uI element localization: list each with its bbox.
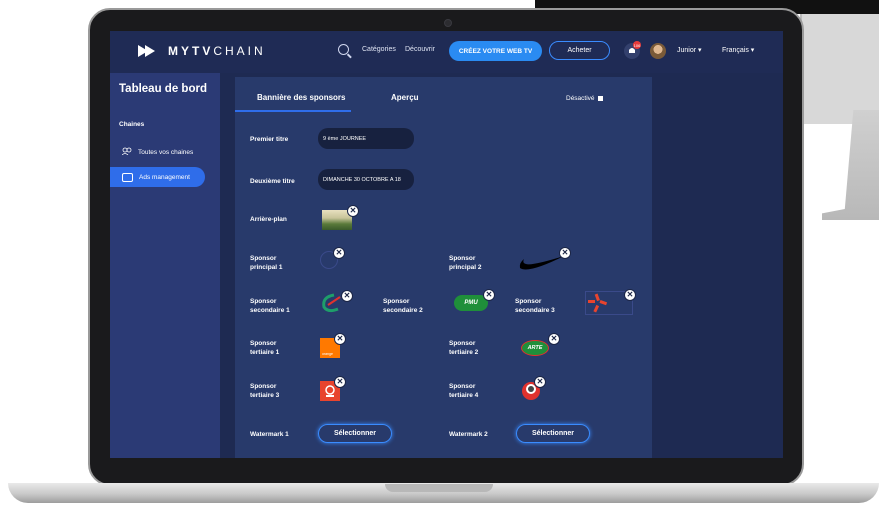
logo[interactable]: MYTVCHAIN (138, 43, 266, 59)
second-title-label: Deuxième titre (250, 178, 295, 185)
user-avatar[interactable] (650, 43, 666, 59)
sidebar-title: Tableau de bord (119, 83, 207, 95)
sidebar-item-label: Toutes vos chaines (138, 148, 194, 156)
toggle-label: Désactivé (566, 95, 595, 102)
buy-button[interactable]: Acheter (549, 41, 610, 60)
remove-sponsor-principal-2-button[interactable]: ✕ (559, 247, 571, 259)
imac-stand (822, 110, 879, 220)
sponsor-secondaire-1-logo[interactable] (320, 293, 342, 313)
user-menu[interactable]: Junior ▾ (677, 46, 702, 54)
remove-sponsor-secondaire-2-button[interactable]: ✕ (483, 289, 495, 301)
remove-sponsor-tertiaire-1-button[interactable]: ✕ (334, 333, 346, 345)
background-label: Arrière-plan (250, 216, 287, 223)
watermark-1-select-button[interactable]: Sélectionner (318, 424, 392, 443)
tab-bar: Bannière des sponsors Aperçu Désactivé (235, 77, 652, 112)
sponsor-secondaire-1-label: Sponsor secondaire 1 (250, 298, 290, 314)
logo-mark-icon (138, 43, 160, 59)
remove-sponsor-tertiaire-3-button[interactable]: ✕ (334, 376, 346, 388)
tab-preview[interactable]: Aperçu (391, 93, 419, 102)
sidebar-section-label: Chaines (119, 121, 145, 128)
remove-sponsor-secondaire-1-button[interactable]: ✕ (341, 290, 353, 302)
remove-background-button[interactable]: ✕ (347, 205, 359, 217)
remove-sponsor-tertiaire-4-button[interactable]: ✕ (534, 376, 546, 388)
sidebar-item-all-channels[interactable]: Toutes vos chaines (110, 142, 205, 162)
nav-discover[interactable]: Découvrir (405, 46, 435, 53)
sponsor-tertiaire-2-label: Sponsor tertiaire 2 (449, 340, 479, 356)
create-web-tv-button[interactable]: CRÉEZ VOTRE WEB TV (449, 41, 542, 61)
first-title-label: Premier titre (250, 136, 289, 143)
sponsor-tertiaire-4-label: Sponsor tertiaire 4 (449, 383, 479, 399)
remove-sponsor-secondaire-3-button[interactable]: ✕ (624, 289, 636, 301)
laptop-notch (385, 484, 493, 492)
imac-body (800, 14, 879, 124)
sponsor-principal-2-label: Sponsor principal 2 (449, 255, 482, 271)
sidebar-item-ads-management[interactable]: Ads management (110, 167, 205, 187)
watermark-1-label: Watermark 1 (250, 431, 289, 438)
notification-count-badge: 106 (633, 41, 641, 49)
sidebar: Tableau de bord Chaines Toutes vos chain… (110, 73, 220, 458)
sponsor-secondaire-3-label: Sponsor secondaire 3 (515, 298, 555, 314)
active-tab-indicator (235, 110, 351, 112)
camera-icon (444, 19, 452, 27)
sponsor-banner-card: Bannière des sponsors Aperçu Désactivé P… (235, 77, 652, 458)
sponsor-tertiaire-3-label: Sponsor tertiaire 3 (250, 383, 280, 399)
remove-sponsor-principal-1-button[interactable]: ✕ (333, 247, 345, 259)
sponsor-tertiaire-1-label: Sponsor tertiaire 1 (250, 340, 280, 356)
logo-text: MYTVCHAIN (168, 44, 266, 58)
search-icon[interactable] (338, 44, 349, 55)
users-icon (121, 147, 132, 157)
top-bar: MYTVCHAIN Catégories Découvrir CRÉEZ VOT… (110, 31, 783, 73)
disabled-toggle[interactable]: Désactivé (566, 95, 603, 102)
second-title-input[interactable]: DIMANCHE 30 OCTOBRE A 18 (318, 169, 414, 190)
toggle-checkbox[interactable] (597, 96, 603, 101)
sponsor-tertiaire-2-logo[interactable]: ARTE (521, 340, 549, 356)
remove-sponsor-tertiaire-2-button[interactable]: ✕ (548, 333, 560, 345)
watermark-2-select-button[interactable]: Sélectionner (516, 424, 590, 443)
first-title-input[interactable]: 9 ème JOURNEE (318, 128, 414, 149)
ads-icon (122, 172, 133, 182)
app-screen: MYTVCHAIN Catégories Découvrir CRÉEZ VOT… (110, 31, 783, 458)
sidebar-item-label: Ads management (139, 173, 190, 181)
sponsor-principal-1-label: Sponsor principal 1 (250, 255, 283, 271)
language-menu[interactable]: Français ▾ (722, 46, 754, 54)
nav-categories[interactable]: Catégories (362, 46, 396, 53)
tab-sponsor-banner[interactable]: Bannière des sponsors (257, 93, 345, 102)
watermark-2-label: Watermark 2 (449, 431, 488, 438)
sponsor-secondaire-2-label: Sponsor secondaire 2 (383, 298, 423, 314)
